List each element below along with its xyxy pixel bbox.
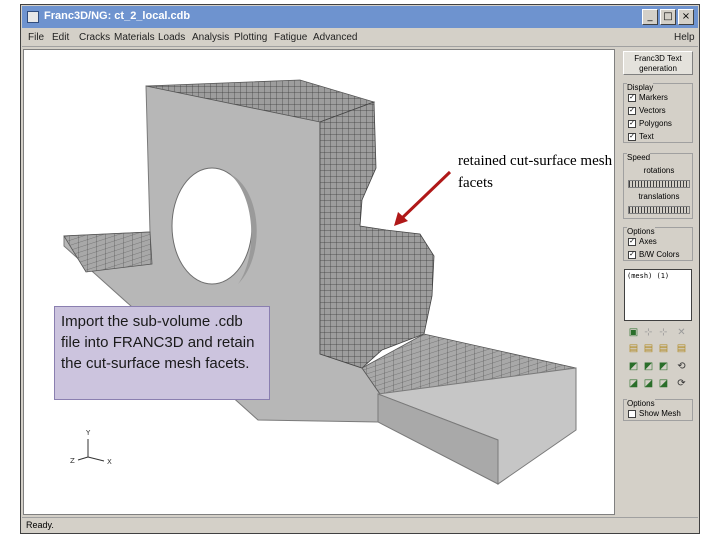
right-panel: Franc3D Text generation Display ✓ Markers… — [619, 49, 699, 515]
view-icon-1[interactable]: ◩ — [627, 360, 640, 373]
view-icon-6[interactable]: ◪ — [642, 377, 655, 390]
bw-colors-checkbox[interactable]: ✓ B/W Colors — [628, 250, 679, 259]
menu-advanced[interactable]: Advanced — [313, 32, 357, 43]
check-icon: ✓ — [628, 237, 636, 246]
options2-group-title: Options — [627, 399, 655, 408]
check-icon: ✓ — [628, 250, 636, 259]
toolbar-icon-5[interactable]: ▤ — [627, 342, 640, 355]
app-icon — [27, 11, 39, 23]
title-bar[interactable]: Franc3D/NG: ct_2_local.cdb _ □ × — [22, 6, 698, 28]
axes-label: Axes — [639, 237, 657, 246]
text-checkbox[interactable]: ✓ Text — [628, 132, 654, 141]
menu-edit[interactable]: Edit — [52, 32, 69, 43]
bw-colors-label: B/W Colors — [639, 250, 680, 259]
menu-help[interactable]: Help — [674, 32, 695, 43]
translations-label: translations — [638, 192, 680, 201]
options2-group: Options Show Mesh — [623, 399, 693, 421]
menu-cracks[interactable]: Cracks — [79, 32, 110, 43]
menu-plotting[interactable]: Plotting — [234, 32, 267, 43]
toolbar-icon-3[interactable]: ⊹ — [657, 326, 670, 339]
axes-checkbox[interactable]: ✓ Axes — [628, 237, 657, 246]
toolbar-icon-6[interactable]: ▤ — [642, 342, 655, 355]
model-render: Y X Z — [63, 79, 577, 485]
window-title: Franc3D/NG: ct_2_local.cdb — [44, 10, 191, 22]
checkbox-empty-icon — [628, 409, 636, 418]
menu-materials[interactable]: Materials — [114, 32, 155, 43]
options-group-title: Options — [627, 227, 655, 236]
show-mesh-checkbox[interactable]: Show Mesh — [628, 409, 681, 418]
vectors-checkbox[interactable]: ✓ Vectors — [628, 106, 666, 115]
polygons-checkbox[interactable]: ✓ Polygons — [628, 119, 672, 128]
check-icon: ✓ — [628, 119, 636, 128]
view-icon-3[interactable]: ◩ — [657, 360, 670, 373]
toolbar-icon-2[interactable]: ⊹ — [642, 326, 655, 339]
toolbar-icon-1[interactable]: ▣ — [627, 326, 640, 339]
check-icon: ✓ — [628, 93, 636, 102]
vectors-label: Vectors — [639, 106, 666, 115]
annotation-note: Import the sub-volume .cdb file into FRA… — [54, 306, 270, 400]
menu-bar: File Edit Cracks Materials Loads Analysi… — [22, 29, 698, 47]
text-label: Text — [639, 132, 654, 141]
mesh-list[interactable]: (mesh) (1) — [624, 269, 692, 321]
toolbar-icon-7[interactable]: ▤ — [657, 342, 670, 355]
rotations-slider[interactable] — [628, 180, 690, 188]
markers-checkbox[interactable]: ✓ Markers — [628, 93, 668, 102]
view-icon-8[interactable]: ⟳ — [675, 377, 688, 390]
translations-slider[interactable] — [628, 206, 690, 214]
toolbar-icon-4[interactable]: ✕ — [675, 326, 688, 339]
menu-fatigue[interactable]: Fatigue — [274, 32, 307, 43]
show-mesh-label: Show Mesh — [639, 409, 681, 418]
rotations-label: rotations — [643, 166, 675, 175]
close-button[interactable]: × — [678, 9, 694, 25]
view-icon-2[interactable]: ◩ — [642, 360, 655, 373]
axis-x-label: X — [107, 458, 112, 466]
check-icon: ✓ — [628, 132, 636, 141]
view-icon-4[interactable]: ⟲ — [675, 360, 688, 373]
markers-label: Markers — [639, 93, 668, 102]
cut-surface-mesh — [319, 101, 435, 369]
annotation-callout: retained cut-surface mesh facets — [458, 153, 613, 191]
status-text: Ready. — [26, 520, 54, 530]
view-icon-5[interactable]: ◪ — [627, 377, 640, 390]
minimize-button[interactable]: _ — [642, 9, 658, 25]
toolbar-icon-8[interactable]: ▤ — [675, 342, 688, 355]
model-base-left — [63, 231, 153, 273]
speed-group-title: Speed — [627, 153, 651, 162]
menu-file[interactable]: File — [28, 32, 44, 43]
display-group-title: Display — [627, 83, 654, 92]
display-group: Display ✓ Markers ✓ Vectors ✓ Polygons ✓ Tex… — [623, 83, 693, 143]
maximize-button[interactable]: □ — [660, 9, 676, 25]
options-group: Options ✓ Axes ✓ B/W Colors — [623, 227, 693, 261]
view-icon-7[interactable]: ◪ — [657, 377, 670, 390]
polygons-label: Polygons — [639, 119, 672, 128]
status-bar: Ready. — [22, 517, 698, 533]
menu-loads[interactable]: Loads — [158, 32, 185, 43]
check-icon: ✓ — [628, 106, 636, 115]
speed-group: Speed rotations translations — [623, 153, 693, 219]
3d-viewport[interactable]: Y X Z — [23, 49, 615, 515]
axis-z-label: Z — [70, 457, 75, 465]
axis-triad — [77, 439, 105, 462]
menu-analysis[interactable]: Analysis — [192, 32, 229, 43]
franc3d-text-generation-button[interactable]: Franc3D Text generation — [623, 51, 693, 75]
app-window: Franc3D/NG: ct_2_local.cdb _ □ × File Ed… — [20, 4, 700, 534]
axis-y-label: Y — [85, 429, 91, 437]
